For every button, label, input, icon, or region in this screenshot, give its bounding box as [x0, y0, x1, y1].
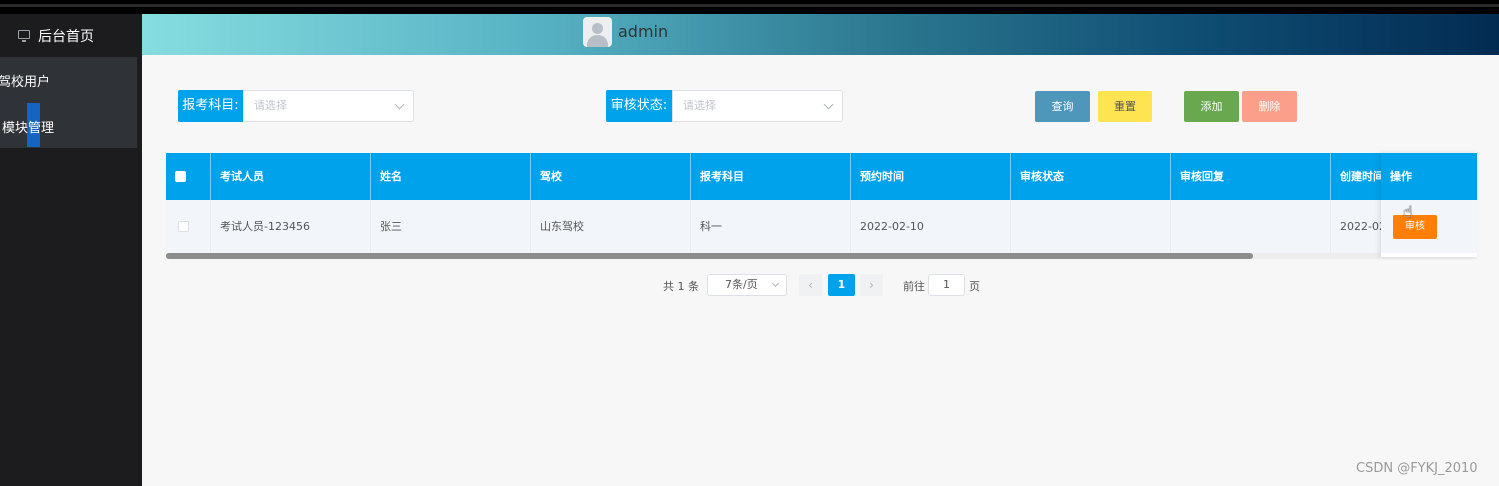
column-header-school[interactable]: 驾校 [530, 153, 690, 200]
cell-subject: 科一 [690, 200, 850, 253]
column-header-name[interactable]: 姓名 [370, 153, 530, 200]
sidebar-submenu: 驾校用户 模块管理 [0, 57, 137, 148]
page-number-current[interactable]: 1 [828, 274, 855, 296]
column-header-status[interactable]: 审核状态 [1010, 153, 1170, 200]
delete-button[interactable]: 删除 [1242, 91, 1297, 122]
table-row[interactable]: 考试人员-123456 张三 山东驾校 科一 2022-02-10 2022-0… [166, 200, 1477, 253]
avatar[interactable] [583, 17, 612, 47]
sidebar-item-home[interactable]: 后台首页 [0, 14, 142, 57]
sidebar-item-module-management[interactable]: 模块管理 [2, 117, 54, 136]
column-header-reply[interactable]: 审核回复 [1170, 153, 1330, 200]
row-checkbox[interactable] [178, 221, 189, 232]
reset-button[interactable]: 重置 [1098, 91, 1152, 122]
chevron-down-icon [823, 99, 834, 110]
cell-name: 张三 [370, 200, 530, 253]
subject-filter-label: 报考科目: [178, 90, 243, 122]
page-suffix-label: 页 [969, 280, 980, 293]
chevron-down-icon [771, 279, 780, 288]
data-table: 考试人员 姓名 驾校 报考科目 预约时间 审核状态 审核回复 创建时间 考试人员… [166, 153, 1477, 259]
review-button[interactable]: 审核 [1393, 215, 1437, 239]
subject-select-placeholder: 请选择 [254, 99, 287, 112]
add-button[interactable]: 添加 [1184, 91, 1239, 122]
select-all-checkbox[interactable] [175, 171, 186, 182]
main-content: admin 报考科目: 请选择 审核状态: 请选择 查询 重置 添加 删除 考试… [142, 14, 1499, 486]
watermark: CSDN @FYKJ_2010 [1356, 461, 1478, 476]
table-header: 考试人员 姓名 驾校 报考科目 预约时间 审核状态 审核回复 创建时间 [166, 153, 1477, 200]
column-header-exam-user[interactable]: 考试人员 [210, 153, 370, 200]
column-header-appointment[interactable]: 预约时间 [850, 153, 1010, 200]
status-select[interactable]: 请选择 [672, 90, 843, 122]
column-header-subject[interactable]: 报考科目 [690, 153, 850, 200]
sidebar-item-home-label: 后台首页 [38, 29, 94, 45]
username-label: admin [618, 22, 669, 41]
monitor-icon [18, 30, 30, 42]
cell-status [1010, 200, 1170, 253]
goto-label: 前往 [903, 280, 925, 293]
cell-appointment: 2022-02-10 [850, 200, 1010, 253]
next-page-button[interactable]: › [860, 274, 883, 296]
top-header: admin [142, 14, 1499, 55]
sidebar: 后台首页 驾校用户 模块管理 [0, 14, 142, 486]
hand-cursor-icon: ☝ [1403, 202, 1413, 221]
column-header-action: 操作 [1381, 153, 1477, 200]
sidebar-item-school-users[interactable]: 驾校用户 [0, 71, 50, 90]
cell-reply [1170, 200, 1330, 253]
action-column: 操作 审核 ☝ [1381, 153, 1477, 257]
page-size-value: 7条/页 [725, 278, 758, 291]
status-select-placeholder: 请选择 [683, 99, 716, 112]
cell-exam-user: 考试人员-123456 [210, 200, 370, 253]
subject-select[interactable]: 请选择 [243, 90, 414, 122]
pagination-total: 共 1 条 [663, 280, 699, 293]
prev-page-button[interactable]: ‹ [799, 274, 822, 296]
status-filter-label: 审核状态: [606, 90, 672, 122]
cell-school: 山东驾校 [530, 200, 690, 253]
window-top-strip [0, 0, 1499, 14]
page-size-select[interactable]: 7条/页 [707, 274, 787, 296]
goto-page-input[interactable]: 1 [928, 274, 965, 296]
user-icon [592, 23, 603, 34]
chevron-down-icon [394, 99, 405, 110]
scrollbar-thumb[interactable] [166, 253, 1253, 259]
query-button[interactable]: 查询 [1035, 91, 1090, 122]
